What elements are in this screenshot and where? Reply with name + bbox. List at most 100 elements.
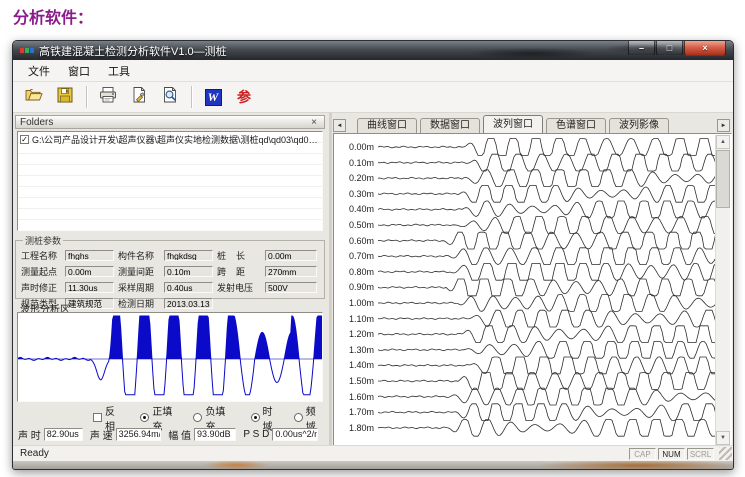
param-field-pile-length[interactable]: 0.00m [265,250,317,261]
toolbar-word-export-button[interactable]: W [200,84,226,110]
right-pane: ◄ 曲线窗口数据窗口波列窗口色谱窗口波列影像 ► ▲ ▼ 0.00m 0.10m 0.2… [332,113,732,447]
wave-trace [378,373,716,390]
tab-spectrum[interactable]: 色谱窗口 [546,118,606,133]
wave-trace [378,326,716,343]
toolbar-parameters-button[interactable]: 参 [231,84,257,110]
wave-trace [378,263,716,280]
toolbar-page-setup-button[interactable] [126,84,152,110]
depth-label: 0.90m [338,282,374,292]
param-field-measure-spacing[interactable]: 0.10m [164,266,213,277]
tab-wave-image[interactable]: 波列影像 [609,118,669,133]
toolbar-print-button[interactable] [95,84,121,110]
toolbar-save-button[interactable] [52,84,78,110]
maximize-button[interactable]: □ [656,41,683,56]
save-icon [55,85,75,110]
window-controls: – □ × [628,41,726,56]
readout-field-psd[interactable]: 0.00us^2/m [272,428,318,441]
word-icon: W [205,89,222,106]
param-field-time-correction[interactable]: 11.30us [65,282,114,293]
depth-label: 0.70m [338,251,374,261]
depth-label: 0.10m [338,158,374,168]
window-bottom-border [13,461,733,469]
parameters-group-title: 测桩参数 [23,234,63,247]
param-label-component-name: 构件名称 [118,249,160,262]
readout-field-sonic-time[interactable]: 82.90us [44,428,83,441]
app-icon [20,48,34,53]
wave-trace [378,388,716,405]
wave-trace [378,341,716,358]
toolbar-separator-2 [191,86,192,108]
window-titlebar[interactable]: 高铁建混凝土检测分析软件V1.0—测桩 – □ × [13,41,733,60]
depth-label: 1.40m [338,360,374,370]
param-field-emit-voltage[interactable]: 500V [265,282,317,293]
param-field-code-type[interactable]: 建筑规范 [65,298,114,309]
parameters-group: 测桩参数 工程名称 fhghs 构件名称 fhgkdsg 桩 长 0.00m 测量起点 0.0… [15,234,325,299]
checkbox-icon[interactable] [93,413,102,422]
readout-field-amplitude[interactable]: 93.90dB [194,428,236,441]
left-dock-panel: Folders × ✓G:\公司产品设计开发\超声仪器\超声仪实地检测数据\测桩… [15,115,327,445]
tab-scroll-right-icon[interactable]: ► [717,119,730,132]
param-label-project-name: 工程名称 [21,249,61,262]
toolbar-open-button[interactable] [21,84,47,110]
depth-label: 0.40m [338,204,374,214]
folders-list[interactable]: ✓G:\公司产品设计开发\超声仪器\超声仪实地检测数据\测桩qd\qd03\qd… [17,131,323,231]
tab-curve[interactable]: 曲线窗口 [357,118,417,133]
depth-label: 0.80m [338,267,374,277]
minimize-button[interactable]: – [628,41,655,56]
wave-trace [378,248,716,265]
wave-train-panel[interactable]: ▲ ▼ 0.00m0.10m0.20m0.30m0.40m0.50m0.60m0… [333,133,732,447]
param-label-pile-length: 桩 长 [217,249,261,262]
page-setup-icon [129,85,149,110]
toolbar-print-preview-button[interactable] [157,84,183,110]
menu-item-file[interactable]: 文件 [19,60,59,82]
folders-close-icon[interactable]: × [308,117,320,128]
status-text: Ready [20,448,49,459]
scroll-up-icon[interactable]: ▲ [716,135,730,149]
wave-trace [378,419,716,436]
wave-trace [378,295,716,312]
parameters-icon: 参 [237,89,251,106]
depth-label: 1.60m [338,392,374,402]
menu-item-window[interactable]: 窗口 [59,60,99,82]
tab-data[interactable]: 数据窗口 [420,118,480,133]
readout-label-amplitude: 幅 值 [168,427,191,442]
resize-grip[interactable] [719,447,732,460]
readout-label-sonic-time: 声 时 [18,427,41,442]
depth-label: 1.10m [338,314,374,324]
param-field-component-name[interactable]: fhgkdsg [164,250,213,261]
depth-label: 1.30m [338,345,374,355]
scroll-down-icon[interactable]: ▼ [716,431,730,445]
waveform-analysis-box[interactable] [17,312,323,402]
param-field-sample-period[interactable]: 0.40us [164,282,213,293]
param-field-measure-start[interactable]: 0.00m [65,266,114,277]
readouts-row: 声 时82.90us声 速3256.94m/s幅 值93.90dBP S D0.… [18,427,325,441]
depth-label: 0.60m [338,236,374,246]
menu-item-tools[interactable]: 工具 [99,60,139,82]
tab-scroll-left-icon[interactable]: ◄ [333,119,346,132]
param-field-test-date[interactable]: 2013.03.13 [164,298,213,309]
param-label-measure-start: 测量起点 [21,265,61,278]
close-button[interactable]: × [684,41,726,56]
open-icon [24,85,44,110]
scrollbar-thumb[interactable] [716,150,730,208]
folder-tree-item[interactable]: ✓G:\公司产品设计开发\超声仪器\超声仪实地检测数据\测桩qd\qd03\qd… [18,132,322,147]
toolbar-separator-1 [86,86,87,108]
param-field-project-name[interactable]: fhghs [65,250,114,261]
wave-trace [378,201,716,218]
status-bar: Ready CAPNUMSCRL [13,445,733,461]
waveform-controls: 反相正填充负填充时域频域 [93,411,325,424]
depth-label: 0.00m [338,142,374,152]
param-label-test-date: 检测日期 [118,297,160,310]
checkbox-icon[interactable]: ✓ [20,135,29,144]
client-area: Folders × ✓G:\公司产品设计开发\超声仪器\超声仪实地检测数据\测桩… [13,113,733,447]
status-scrl: SCRL [687,448,714,460]
wave-trace [378,185,716,202]
status-num: NUM [658,448,685,460]
folders-panel-title: Folders [20,117,53,128]
tab-wave-train[interactable]: 波列窗口 [483,115,543,133]
depth-label: 0.20m [338,173,374,183]
param-field-span-distance[interactable]: 270mm [265,266,317,277]
readout-field-sonic-velocity[interactable]: 3256.94m/s [116,428,162,441]
folders-panel-header[interactable]: Folders × [15,115,325,129]
vertical-scrollbar[interactable]: ▲ ▼ [715,135,730,445]
